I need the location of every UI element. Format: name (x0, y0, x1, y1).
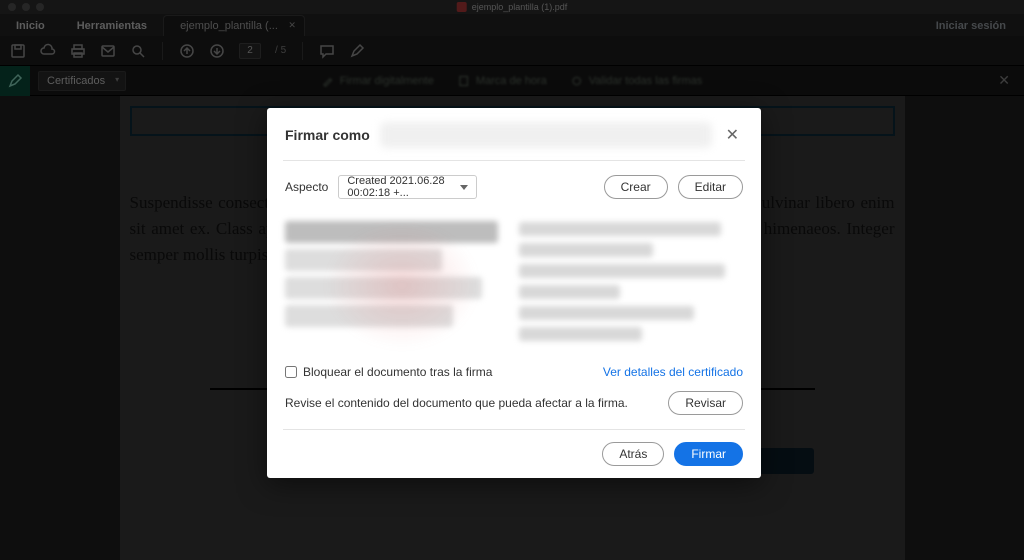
sign-button[interactable]: Firmar (674, 442, 743, 466)
aspect-row: Aspecto Created 2021.06.28 00:02:18 +...… (283, 161, 745, 213)
back-button[interactable]: Atrás (602, 442, 664, 466)
review-row: Revise el contenido del documento que pu… (283, 383, 745, 429)
view-certificate-link[interactable]: Ver detalles del certificado (603, 365, 743, 379)
aspect-select[interactable]: Created 2021.06.28 00:02:18 +... (338, 175, 477, 199)
review-text: Revise el contenido del documento que pu… (285, 396, 628, 410)
signature-preview-name-redacted (285, 215, 509, 355)
review-button[interactable]: Revisar (668, 391, 743, 415)
create-button[interactable]: Crear (604, 175, 668, 199)
modal-footer: Atrás Firmar (283, 429, 745, 466)
lock-checkbox-label[interactable]: Bloquear el documento tras la firma (285, 365, 492, 379)
modal-title: Firmar como (285, 127, 370, 143)
lock-checkbox[interactable] (285, 366, 297, 378)
modal-header: Firmar como ✕ (283, 108, 745, 161)
lock-label-text: Bloquear el documento tras la firma (303, 365, 492, 379)
aspect-label: Aspecto (285, 180, 328, 194)
modal-close-icon[interactable]: ✕ (722, 125, 743, 145)
lock-row: Bloquear el documento tras la firma Ver … (283, 355, 745, 383)
modal-signer-redacted (380, 122, 712, 148)
signature-preview-details-redacted (519, 215, 743, 355)
edit-button[interactable]: Editar (678, 175, 743, 199)
sign-modal: Firmar como ✕ Aspecto Created 2021.06.28… (267, 108, 761, 478)
signature-preview (285, 215, 743, 355)
